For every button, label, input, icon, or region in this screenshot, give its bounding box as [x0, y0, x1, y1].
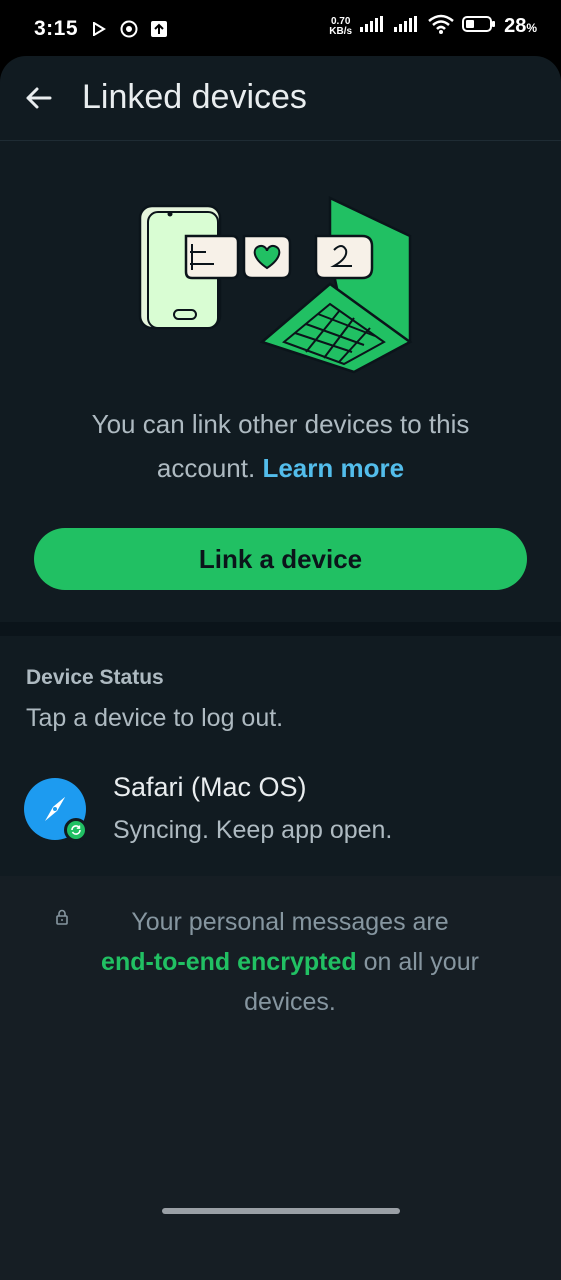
laptop-illustration	[259, 196, 413, 374]
encryption-link[interactable]: end-to-end encrypted	[101, 948, 357, 976]
status-bar: 3:15 0.70 KB/s 28%	[0, 0, 561, 56]
chat-bubbles-illustration	[184, 234, 374, 280]
device-sync-status: Syncing. Keep app open.	[113, 816, 393, 844]
chrome-icon	[120, 20, 138, 38]
learn-more-link[interactable]: Learn more	[262, 453, 404, 483]
encryption-notice: Your personal messages are end-to-end en…	[60, 902, 520, 1022]
page-title: Linked devices	[82, 78, 307, 116]
device-list-item[interactable]: Safari (Mac OS) Syncing. Keep app open.	[0, 764, 561, 864]
app-header: Linked devices	[0, 56, 561, 141]
status-time: 3:15	[34, 17, 79, 40]
signal-icon-2	[394, 16, 420, 37]
home-indicator[interactable]	[162, 1208, 400, 1214]
battery-percent: 28%	[504, 15, 537, 38]
system-icons: 0.70 KB/s 28%	[329, 14, 537, 39]
device-name: Safari (Mac OS)	[113, 772, 307, 802]
device-status-section: Device Status Tap a device to log out. S…	[0, 636, 561, 876]
notification-icons	[90, 20, 168, 38]
sync-icon	[64, 818, 88, 842]
encryption-footer: Your personal messages are end-to-end en…	[0, 876, 561, 1280]
battery-unit: %	[526, 21, 537, 35]
play-icon	[90, 20, 108, 38]
battery-value: 28	[504, 15, 527, 37]
wifi-icon	[428, 14, 454, 39]
arrow-left-icon	[26, 87, 52, 109]
linked-devices-illustration	[138, 196, 413, 374]
back-button[interactable]	[22, 82, 54, 114]
device-status-subtitle: Tap a device to log out.	[26, 704, 284, 732]
signal-icon	[360, 16, 386, 37]
section-divider	[0, 622, 561, 636]
intro-text: You can link other devices to this accou…	[40, 402, 521, 490]
upload-icon	[150, 20, 168, 38]
battery-icon	[462, 15, 496, 38]
link-device-hero: You can link other devices to this accou…	[0, 142, 561, 622]
linked-devices-screen: Linked devices You can link other device…	[0, 56, 561, 1280]
encryption-prefix: Your personal messages are	[131, 908, 449, 936]
network-speed-unit: KB/s	[329, 25, 353, 37]
device-status-title: Device Status	[26, 666, 164, 689]
network-speed: 0.70 KB/s	[329, 15, 353, 37]
link-device-button[interactable]: Link a device	[34, 528, 527, 590]
network-speed-value: 0.70	[330, 15, 351, 27]
